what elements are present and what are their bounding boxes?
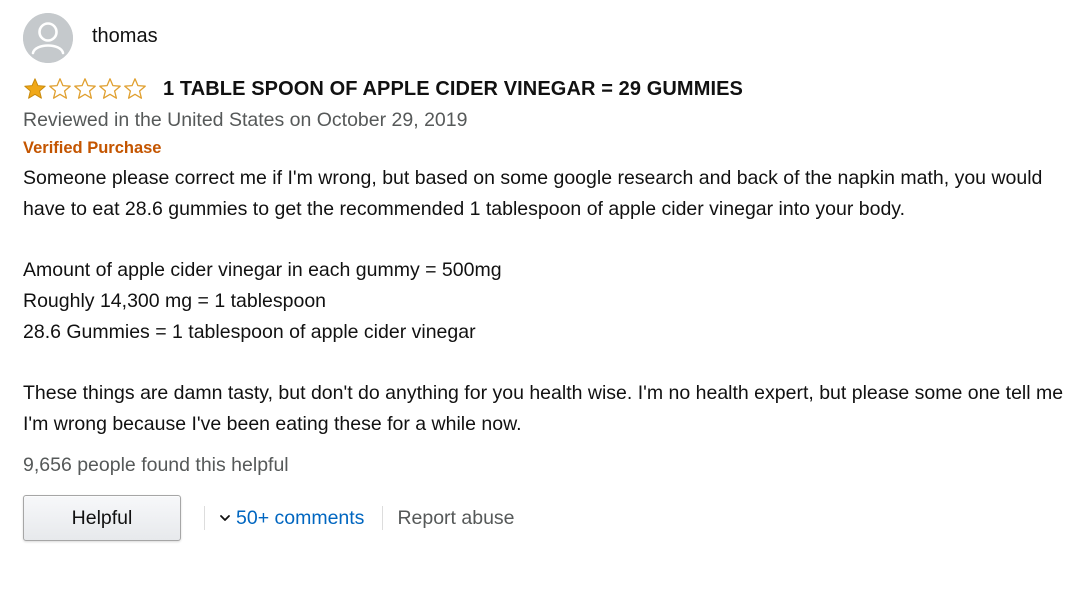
customer-review: thomas 1 TABLE SPOON OF APPLE CIDER VINE… xyxy=(23,13,1068,543)
review-title[interactable]: 1 TABLE SPOON OF APPLE CIDER VINEGAR = 2… xyxy=(163,78,743,101)
review-line: 28.6 Gummies = 1 tablespoon of apple cid… xyxy=(23,320,476,343)
comments-link[interactable]: 50+ comments xyxy=(219,507,364,530)
review-line: Roughly 14,300 mg = 1 tablespoon xyxy=(23,289,327,312)
helpful-button[interactable]: Helpful xyxy=(23,495,181,542)
reviewer-name[interactable]: thomas xyxy=(92,25,158,48)
star-empty-icon xyxy=(48,77,72,101)
default-avatar-icon[interactable] xyxy=(23,13,73,63)
review-paragraph: These things are damn tasty, but don't d… xyxy=(23,381,1064,435)
report-abuse-link[interactable]: Report abuse xyxy=(397,507,514,530)
review-date: Reviewed in the United States on October… xyxy=(23,109,468,131)
star-empty-icon xyxy=(73,77,97,101)
star-empty-icon xyxy=(123,77,147,101)
review-title-row: 1 TABLE SPOON OF APPLE CIDER VINEGAR = 2… xyxy=(23,76,1068,102)
star-rating[interactable] xyxy=(23,77,147,101)
review-actions: Helpful 50+ comments Report abuse xyxy=(23,493,1068,543)
comments-label[interactable]: 50+ comments xyxy=(236,507,364,530)
star-filled-icon xyxy=(23,77,47,101)
review-paragraph: Someone please correct me if I'm wrong, … xyxy=(23,167,1043,220)
divider xyxy=(204,506,205,531)
reviewer-profile[interactable]: thomas xyxy=(23,13,1068,63)
divider xyxy=(382,506,384,531)
chevron-down-icon[interactable] xyxy=(219,513,231,523)
star-empty-icon xyxy=(98,77,122,101)
review-line: Amount of apple cider vinegar in each gu… xyxy=(23,259,502,282)
verified-purchase-badge[interactable]: Verified Purchase xyxy=(23,137,1068,159)
helpful-count: 9,656 people found this helpful xyxy=(23,454,289,477)
review-body: Someone please correct me if I'm wrong, … xyxy=(23,163,1068,439)
